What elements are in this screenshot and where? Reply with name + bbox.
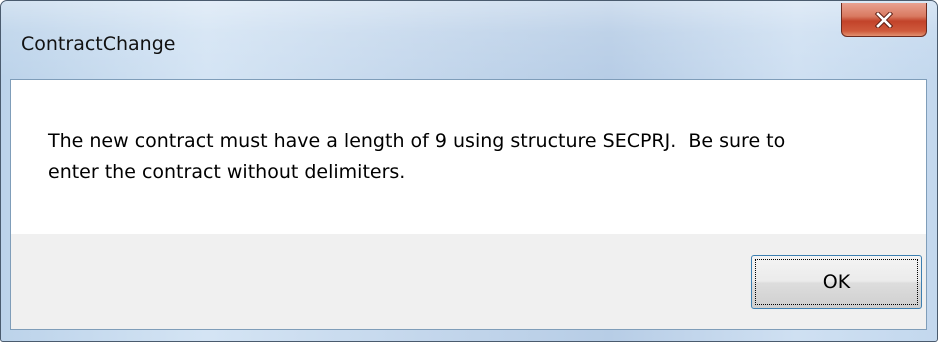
ok-button[interactable]: OK — [751, 255, 922, 309]
close-button[interactable] — [841, 3, 927, 37]
message-text: The new contract must have a length of 9… — [48, 126, 908, 188]
message-line-2: enter the contract without delimiters. — [48, 161, 406, 183]
window-title: ContractChange — [21, 33, 176, 55]
message-line-1: The new contract must have a length of 9… — [48, 130, 786, 152]
message-panel: The new contract must have a length of 9… — [11, 80, 926, 234]
close-x-icon — [875, 11, 893, 28]
dialog-window: ContractChange The new contract must hav… — [0, 0, 938, 342]
button-panel: OK — [11, 234, 926, 329]
dialog-client-area: The new contract must have a length of 9… — [10, 79, 927, 330]
title-bar[interactable]: ContractChange — [1, 1, 937, 79]
ok-button-label: OK — [755, 259, 918, 305]
